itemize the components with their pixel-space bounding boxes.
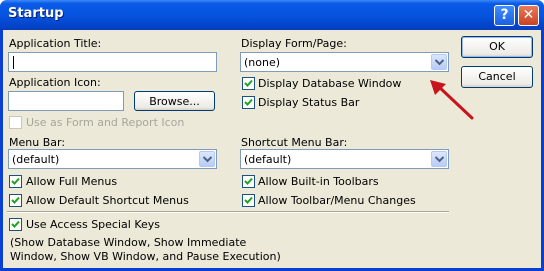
allow-full-menus-checkbox[interactable] bbox=[9, 175, 22, 188]
application-title-label: Application Title: bbox=[9, 37, 102, 50]
checkmark-icon bbox=[244, 79, 253, 87]
allow-builtin-toolbars-label: Allow Built-in Toolbars bbox=[258, 175, 379, 188]
checkmark-icon bbox=[11, 196, 20, 204]
checkmark-icon bbox=[244, 98, 253, 106]
special-keys-note: (Show Database Window, Show Immediate Wi… bbox=[10, 236, 281, 263]
browse-button[interactable]: Browse... bbox=[134, 91, 215, 111]
shortcut-menu-bar-value: (default) bbox=[244, 153, 292, 166]
help-icon[interactable]: ? bbox=[494, 5, 515, 26]
dropdown-arrow-icon[interactable] bbox=[431, 151, 447, 167]
allow-default-shortcut-checkbox[interactable] bbox=[9, 194, 22, 207]
dropdown-arrow-icon[interactable] bbox=[199, 151, 215, 167]
use-special-keys-label: Use Access Special Keys bbox=[26, 218, 161, 231]
application-title-input[interactable] bbox=[8, 52, 217, 72]
shortcut-menu-bar-combo[interactable]: (default) bbox=[240, 149, 449, 169]
title-bar[interactable]: Startup ? ✕ bbox=[0, 0, 544, 30]
ok-button[interactable]: OK bbox=[461, 36, 533, 58]
text-caret bbox=[13, 56, 14, 69]
dialog-title: Startup bbox=[8, 6, 64, 21]
checkmark-icon bbox=[244, 196, 253, 204]
display-status-bar-checkbox[interactable] bbox=[242, 96, 255, 109]
display-form-value: (none) bbox=[244, 56, 281, 69]
annotation-arrow bbox=[430, 80, 474, 120]
shortcut-menu-bar-label: Shortcut Menu Bar: bbox=[241, 136, 348, 149]
separator bbox=[7, 211, 449, 213]
checkmark-icon bbox=[244, 177, 253, 185]
menu-bar-label: Menu Bar: bbox=[9, 136, 66, 149]
dialog-body: Application Title: Application Icon: Bro… bbox=[3, 30, 541, 268]
use-as-form-icon-checkbox[interactable] bbox=[9, 116, 22, 129]
use-as-form-icon-label: Use as Form and Report Icon bbox=[26, 116, 185, 129]
dropdown-arrow-icon[interactable] bbox=[431, 54, 447, 70]
application-icon-label: Application Icon: bbox=[9, 76, 101, 89]
startup-dialog: Startup ? ✕ Application Title: Applicati… bbox=[0, 0, 544, 271]
use-special-keys-checkbox[interactable] bbox=[9, 218, 22, 231]
checkmark-icon bbox=[11, 220, 20, 228]
allow-builtin-toolbars-checkbox[interactable] bbox=[242, 175, 255, 188]
menu-bar-combo[interactable]: (default) bbox=[8, 149, 217, 169]
checkmark-icon bbox=[11, 177, 20, 185]
allow-toolbar-changes-label: Allow Toolbar/Menu Changes bbox=[258, 194, 416, 207]
menu-bar-value: (default) bbox=[12, 153, 60, 166]
allow-full-menus-label: Allow Full Menus bbox=[26, 175, 118, 188]
display-form-combo[interactable]: (none) bbox=[240, 52, 449, 72]
display-form-label: Display Form/Page: bbox=[241, 37, 347, 50]
close-icon[interactable]: ✕ bbox=[518, 5, 539, 26]
display-status-bar-label: Display Status Bar bbox=[258, 96, 360, 109]
display-database-window-checkbox[interactable] bbox=[242, 77, 255, 90]
display-database-window-label: Display Database Window bbox=[258, 77, 402, 90]
application-icon-input[interactable] bbox=[8, 91, 124, 111]
allow-default-shortcut-label: Allow Default Shortcut Menus bbox=[26, 194, 189, 207]
allow-toolbar-changes-checkbox[interactable] bbox=[242, 194, 255, 207]
